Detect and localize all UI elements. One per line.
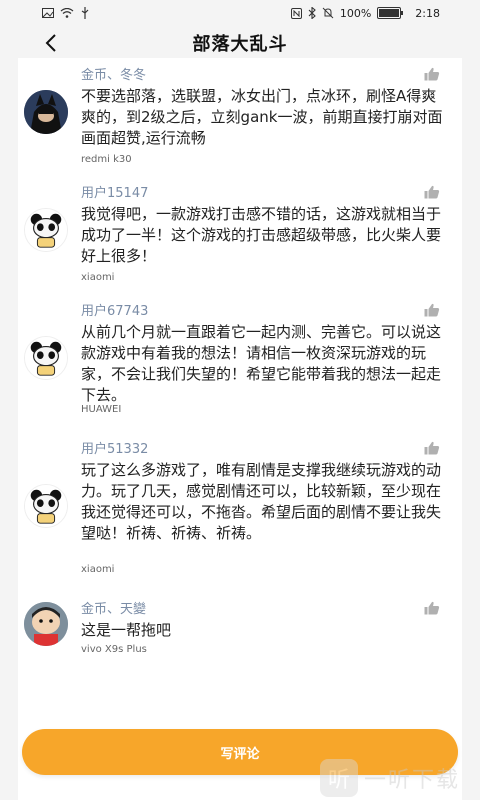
thumbs-up-icon: [424, 303, 440, 317]
comment-username[interactable]: 用户51332: [81, 438, 148, 457]
comment-device: xiaomi: [81, 564, 115, 575]
wifi-icon: [60, 8, 74, 18]
comment-item: 金币、天變 这是一帮拖吧 vivo X9s Plus: [18, 598, 462, 668]
comment-device: xiaomi: [81, 272, 115, 283]
avatar[interactable]: [24, 208, 68, 252]
chevron-left-icon: [45, 34, 56, 52]
clock: 2:18: [415, 6, 440, 20]
page-title: 部落大乱斗: [192, 34, 288, 55]
status-bar: 100% 2:18: [0, 0, 480, 26]
comment-text: 这是一帮拖吧: [81, 621, 172, 639]
battery-percent: 100%: [339, 6, 372, 20]
dark-hero-avatar: [24, 90, 68, 134]
avatar[interactable]: [24, 602, 68, 646]
nav-bar: 部落大乱斗: [0, 26, 480, 60]
status-left: [42, 7, 90, 19]
like-button[interactable]: [424, 184, 440, 199]
avatar[interactable]: [24, 484, 68, 528]
nfc-icon: [290, 7, 302, 19]
like-button[interactable]: [424, 66, 440, 81]
thumbs-up-icon: [424, 441, 440, 455]
comment-text: 不要选部落，选联盟，冰女出门，点冰环，刷怪A得爽爽的，到2级之后，立刻gank一…: [81, 87, 443, 147]
mute-icon: [322, 7, 334, 19]
thumbs-up-icon: [424, 185, 440, 199]
watermark-logo: 听: [320, 758, 358, 797]
bluetooth-icon: [308, 7, 316, 19]
comment-device: redmi k30: [81, 154, 132, 165]
comment-item: 金币、冬冬 不要选部落，选联盟，冰女出门，点冰环，刷怪A得爽爽的，到2级之后，立…: [18, 64, 462, 174]
comment-item: 用户51332 玩了这么多游戏了，唯有剧情是支撑我继续玩游戏的动力。玩了几天，感…: [18, 438, 462, 578]
comment-text: 玩了这么多游戏了，唯有剧情是支撑我继续玩游戏的动力。玩了几天，感觉剧情还可以，比…: [81, 461, 442, 542]
comment-text: 我觉得吧，一款游戏打击感不错的话，这游戏就相当于成功了一半！这个游戏的打击感超级…: [81, 205, 442, 265]
avatar[interactable]: [24, 90, 68, 134]
usb-icon: [81, 7, 89, 19]
watermark: 听 一听下载: [320, 755, 480, 800]
comment-text: 从前几个月就一直跟着它一起内测、完善它。可以说这款游戏中有着我的想法！请相信一枚…: [81, 323, 442, 404]
battery-icon: [377, 7, 404, 19]
back-button[interactable]: [36, 28, 66, 58]
cartoon-boy-avatar: [24, 602, 68, 646]
comment-item: 用户15147 我觉得吧，一款游戏打击感不错的话，这游戏就相当于成功了一半！这个…: [18, 182, 462, 292]
comment-device: vivo X9s Plus: [81, 644, 147, 655]
avatar[interactable]: [24, 336, 68, 380]
panda-avatar: [25, 485, 67, 527]
image-icon: [42, 8, 54, 18]
comment-item: 用户67743 从前几个月就一直跟着它一起内测、完善它。可以说这款游戏中有着我的…: [18, 300, 462, 420]
comment-username[interactable]: 金币、冬冬: [81, 64, 146, 83]
watermark-text: 一听下载: [364, 767, 461, 793]
like-button[interactable]: [424, 302, 440, 317]
panda-avatar: [25, 209, 67, 251]
comment-username[interactable]: 用户67743: [81, 300, 148, 319]
status-right: 100% 2:18: [290, 6, 440, 20]
comment-list[interactable]: 金币、冬冬 不要选部落，选联盟，冰女出门，点冰环，刷怪A得爽爽的，到2级之后，立…: [18, 58, 462, 800]
like-button[interactable]: [424, 600, 440, 615]
thumbs-up-icon: [424, 601, 440, 615]
comment-username[interactable]: 用户15147: [81, 182, 148, 201]
panda-avatar: [25, 337, 67, 379]
thumbs-up-icon: [424, 67, 440, 81]
comment-username[interactable]: 金币、天變: [81, 598, 146, 617]
comment-device: HUAWEI: [81, 404, 122, 415]
like-button[interactable]: [424, 440, 440, 455]
